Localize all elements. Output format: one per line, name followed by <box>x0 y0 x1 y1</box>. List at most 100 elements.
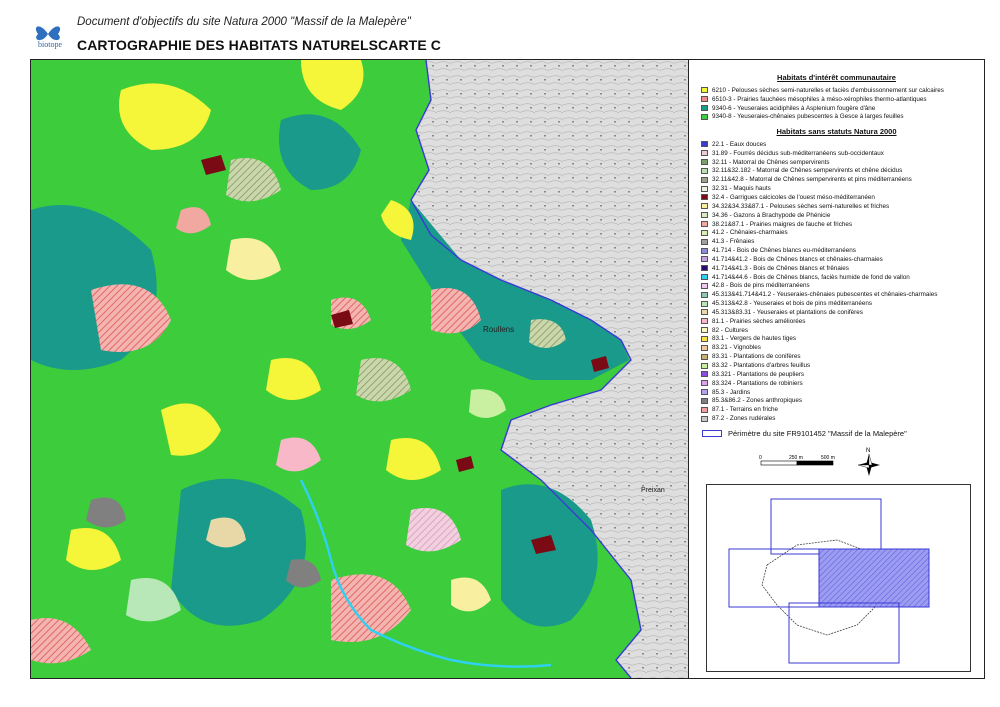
legend-swatch <box>701 291 708 298</box>
butterfly-icon <box>35 26 61 41</box>
legend-label: 83.31 - Plantations de conifères <box>712 353 801 361</box>
legend-label: 81.1 - Prairies sèches améliorées <box>712 317 806 325</box>
legend-swatch <box>701 318 708 325</box>
legend-label: 34.36 - Gazons à Brachypode de Phénicie <box>712 211 831 219</box>
legend-swatch <box>701 238 708 245</box>
legend-swatch <box>701 141 708 148</box>
legend-other-item: 32.11&32.182 - Matorral de Chênes semper… <box>701 167 981 176</box>
legend-label: 83.21 - Vignobles <box>712 344 761 352</box>
legend-swatch <box>701 87 708 94</box>
legend-swatch <box>701 185 708 192</box>
legend-other-item: 81.1 - Prairies sèches améliorées <box>701 317 981 326</box>
locator-sheet-a <box>770 498 882 555</box>
legend-other-item: 83.32 - Plantations d'arbres feuillus <box>701 361 981 370</box>
legend-swatch <box>701 203 708 210</box>
legend-other-item: 41.2 - Chênaies-charmaies <box>701 228 981 237</box>
place-label-preixan: Preixan <box>641 487 665 494</box>
legend-other-item: 42.8 - Bois de pins méditerranéens <box>701 282 981 291</box>
legend-other-item: 34.36 - Gazons à Brachypode de Phénicie <box>701 211 981 220</box>
legend-heading-community: Habitats d'intérêt communautaire <box>777 73 896 82</box>
legend-perimeter: Périmètre du site FR9101452 "Massif de l… <box>702 429 907 438</box>
legend-other-item: 83.31 - Plantations de conifères <box>701 352 981 361</box>
legend-heading-other: Habitats sans statuts Natura 2000 <box>776 127 897 136</box>
legend-label: 41.714&41.2 - Bois de Chênes blancs et c… <box>712 255 883 263</box>
legend-label: 32.31 - Maquis hauts <box>712 185 771 193</box>
scale-tick-0: 0 <box>759 455 762 461</box>
legend-swatch <box>701 96 708 103</box>
locator-map-canvas <box>728 498 930 664</box>
legend-label: 45.313&42.8 - Yeuseraies et bois de pins… <box>712 300 872 308</box>
legend-community-item: 6510-3 - Prairies fauchées mésophiles à … <box>701 95 981 104</box>
legend-label: 6210 - Pelouses sèches semi-naturelles e… <box>712 86 944 94</box>
legend-other-item: 34.32&34.33&87.1 - Pelouses sèches semi-… <box>701 202 981 211</box>
legend-swatch <box>701 353 708 360</box>
legend-swatch <box>701 335 708 342</box>
legend-other-item: 32.11 - Matorral de Chênes sempervirents <box>701 158 981 167</box>
locator-sheet-b <box>728 548 830 608</box>
legend-other-item: 41.714&44.6 - Bois de Chênes blancs, fac… <box>701 273 981 282</box>
legend-community-list: 6210 - Pelouses sèches semi-naturelles e… <box>701 86 981 121</box>
legend-swatch <box>701 221 708 228</box>
legend-other-item: 87.2 - Zones rudérales <box>701 414 981 423</box>
legend-other-item: 41.714&41.2 - Bois de Chênes blancs et c… <box>701 255 981 264</box>
legend-swatch <box>701 282 708 289</box>
legend-swatch <box>701 274 708 281</box>
legend-label: 82 - Cultures <box>712 326 749 334</box>
north-label: N <box>866 448 870 454</box>
legend-label: 41.714&41.3 - Bois de Chênes blancs et f… <box>712 264 849 272</box>
legend-community-item: 9340-8 - Yeuseraies-chênaies pubescentes… <box>701 113 981 122</box>
legend-other-list: 22.1 - Eaux douces 31.89 - Fourrés décidu… <box>701 140 981 423</box>
legend-other-item: 85.3 - Jardins <box>701 388 981 397</box>
legend-other-item: 41.714 - Bois de Chênes blancs eu-médite… <box>701 246 981 255</box>
legend-swatch <box>701 389 708 396</box>
habitat-map-canvas: Roullens Preixan <box>31 60 688 678</box>
legend-other-item: 82 - Cultures <box>701 326 981 335</box>
legend-swatch <box>701 309 708 316</box>
legend-other-item: 32.4 - Garrigues calcicoles de l'ouest m… <box>701 193 981 202</box>
legend-other-item: 45.313&83.31 - Yeuseraies et plantations… <box>701 308 981 317</box>
habitat-map[interactable]: Roullens Preixan <box>31 60 688 678</box>
legend-label: 6510-3 - Prairies fauchées mésophiles à … <box>712 95 927 103</box>
legend-swatch <box>701 265 708 272</box>
legend-community-item: 9340-6 - Yeuseraies acidiphiles à Asplen… <box>701 104 981 113</box>
scale-tick-500: 500 m <box>821 455 835 461</box>
legend-label: 34.32&34.33&87.1 - Pelouses sèches semi-… <box>712 202 890 210</box>
legend-label: 38.21&87.1 - Prairies maigres de fauche … <box>712 220 853 228</box>
legend-other-item: 85.3&86.2 - Zones anthropiques <box>701 396 981 405</box>
perimeter-swatch <box>702 430 722 437</box>
legend-swatch <box>701 113 708 120</box>
legend-other-item: 45.313&41.714&41.2 - Yeuseraies-chênaies… <box>701 290 981 299</box>
locator-sheet-c-current <box>818 548 930 608</box>
scale-tick-250: 250 m <box>789 455 803 461</box>
legend-swatch <box>701 300 708 307</box>
legend-swatch <box>701 362 708 369</box>
legend-other-item: 83.324 - Plantations de robiniers <box>701 379 981 388</box>
legend-label: 85.3 - Jardins <box>712 388 751 396</box>
legend-label: 41.3 - Frênaies <box>712 238 755 246</box>
legend-label: 32.11 - Matorral de Chênes sempervirents <box>712 158 830 166</box>
legend-swatch <box>701 150 708 157</box>
legend-swatch <box>701 105 708 112</box>
legend-label: 32.11&42.8 - Matorral de Chênes sempervi… <box>712 176 912 184</box>
locator-sheet-d <box>788 602 900 664</box>
legend-swatch <box>701 327 708 334</box>
legend-other-item: 87.1 - Terrains en friche <box>701 405 981 414</box>
legend-label: 45.313&83.31 - Yeuseraies et plantations… <box>712 308 863 316</box>
legend-community-item: 6210 - Pelouses sèches semi-naturelles e… <box>701 86 981 95</box>
document-subtitle: Document d'objectifs du site Natura 2000… <box>77 16 411 28</box>
legend-other-item: 83.1 - Vergers de hautes tiges <box>701 335 981 344</box>
legend-other-item: 83.321 - Plantations de peupliers <box>701 370 981 379</box>
legend-label: 32.4 - Garrigues calcicoles de l'ouest m… <box>712 193 875 201</box>
locator-map <box>706 484 971 672</box>
legend-other-item: 22.1 - Eaux douces <box>701 140 981 149</box>
legend-swatch <box>701 406 708 413</box>
scale-bar: 0 250 m 500 m <box>759 455 835 466</box>
legend-panel: Habitats d'intérêt communautaire 6210 - … <box>689 60 984 678</box>
legend-swatch <box>701 247 708 254</box>
legend-label: 83.321 - Plantations de peupliers <box>712 370 805 378</box>
legend-other-item: 31.89 - Fourrés décidus sub-méditerranée… <box>701 149 981 158</box>
legend-swatch <box>701 380 708 387</box>
north-arrow-icon: N <box>857 448 880 476</box>
map-title: CARTOGRAPHIE DES HABITATS NATURELSCARTE … <box>77 37 441 53</box>
legend-other-item: 32.11&42.8 - Matorral de Chênes sempervi… <box>701 175 981 184</box>
